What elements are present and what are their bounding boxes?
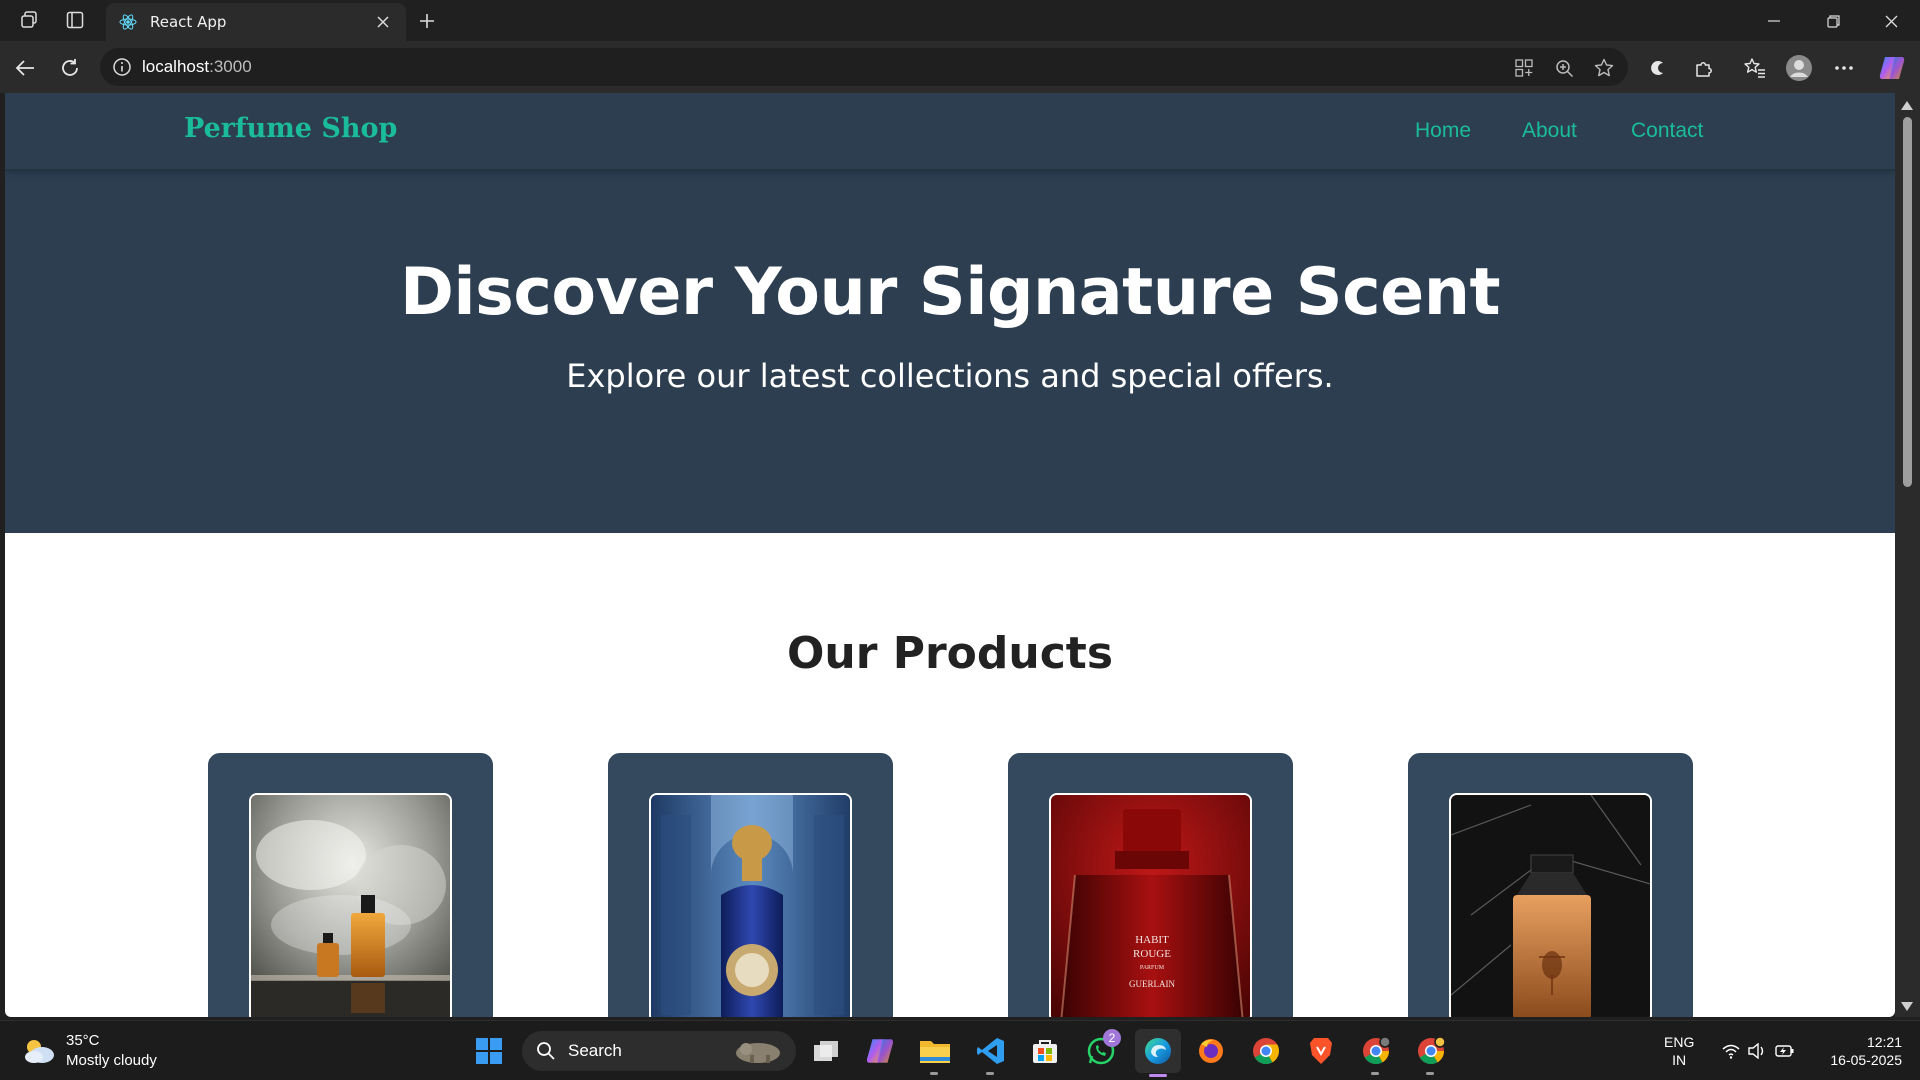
svg-text:HABIT: HABIT [1135,934,1169,946]
language-code: ENG [1664,1034,1695,1050]
extension-moon-icon[interactable] [1644,54,1672,82]
language-indicator[interactable]: ENG IN [1664,1033,1694,1069]
site-info-icon[interactable] [112,57,132,77]
scroll-down-arrow-icon[interactable] [1901,1002,1913,1011]
product-card[interactable] [208,753,493,1017]
weather-widget[interactable]: 35°C Mostly cloudy [22,1031,157,1071]
site-logo[interactable]: Perfume Shop [184,113,397,144]
browser-toolbar: localhost:3000 [0,41,1920,93]
svg-text:GUERLAIN: GUERLAIN [1129,979,1175,989]
product-card[interactable] [608,753,893,1017]
favorites-icon[interactable] [1741,54,1769,82]
whatsapp-notification-badge: 2 [1103,1029,1121,1047]
cloud-sun-icon [25,1040,54,1063]
taskbar: 35°C Mostly cloudy Search 2 ENG IN 12:21… [0,1020,1920,1080]
weather-temperature: 35°C [66,1032,100,1049]
vertical-tabs-icon[interactable] [61,8,89,32]
edge-browser-icon[interactable] [1135,1029,1181,1077]
site-navbar: Perfume Shop Home About Contact [5,93,1895,169]
chrome-profile-1-icon[interactable] [1356,1031,1396,1075]
svg-text:PARFUM: PARFUM [1140,965,1165,971]
nav-contact-link[interactable]: Contact [1631,119,1703,143]
search-icon [537,1042,555,1060]
region-code: IN [1672,1052,1687,1068]
refresh-icon[interactable] [56,54,84,82]
url-text[interactable]: localhost:3000 [142,57,252,77]
url-host: localhost [142,57,210,76]
volume-icon[interactable] [1742,1031,1772,1071]
close-window-icon[interactable] [1869,6,1913,36]
new-tab-icon[interactable] [414,8,440,34]
hero-section: Discover Your Signature Scent Explore ou… [5,169,1895,533]
whatsapp-icon[interactable]: 2 [1081,1029,1121,1071]
running-indicator [1371,1072,1379,1075]
microsoft-store-icon[interactable] [1025,1031,1065,1071]
chrome-profile-2-icon[interactable] [1411,1031,1451,1075]
hero-title: Discover Your Signature Scent [399,255,1501,330]
tab-title: React App [150,13,227,31]
vscode-icon[interactable] [971,1031,1011,1075]
nav-about-link[interactable]: About [1522,119,1577,143]
page-viewport: Perfume Shop Home About Contact Discover… [5,93,1895,1017]
close-tab-icon[interactable] [372,11,394,33]
weather-description: Mostly cloudy [66,1052,157,1069]
products-heading: Our Products [786,628,1114,679]
svg-text:ROUGE: ROUGE [1133,948,1171,960]
running-indicator [930,1072,938,1075]
task-view-icon[interactable] [806,1031,846,1071]
clock-date: 16-05-2025 [1830,1052,1902,1068]
product-image-blue-perfume [649,793,852,1017]
product-image-amber-perfume [1449,793,1652,1017]
product-image-smoke-perfume [249,793,452,1017]
clock[interactable]: 12:21 16-05-2025 [1812,1033,1902,1069]
copilot-taskbar-icon[interactable] [860,1031,900,1071]
running-indicator [1426,1072,1434,1075]
app-available-icon[interactable] [1513,57,1535,79]
battery-charging-icon[interactable] [1770,1031,1800,1071]
taskbar-search[interactable]: Search [522,1031,796,1071]
nav-home-link[interactable]: Home [1415,119,1471,143]
clock-time: 12:21 [1866,1034,1902,1050]
url-port: :3000 [209,57,252,76]
windows-start-icon[interactable] [469,1031,509,1071]
browser-tab-strip: React App [0,0,1920,41]
workspaces-icon[interactable] [16,8,44,32]
page-scrollbar[interactable] [1895,93,1920,1017]
extensions-puzzle-icon[interactable] [1690,54,1718,82]
zoom-icon[interactable] [1553,57,1575,79]
search-label: Search [568,1041,622,1060]
search-highlight-image-icon [736,1043,780,1063]
product-image-red-perfume: HABIT ROUGE PARFUM GUERLAIN [1049,793,1252,1017]
back-icon[interactable] [11,54,39,82]
chrome-icon[interactable] [1246,1031,1286,1071]
brave-icon[interactable] [1301,1031,1341,1071]
product-card[interactable]: HABIT ROUGE PARFUM GUERLAIN [1008,753,1293,1017]
product-card[interactable] [1408,753,1693,1017]
active-indicator [1149,1074,1167,1077]
copilot-icon[interactable] [1878,54,1906,82]
firefox-icon[interactable] [1191,1031,1231,1071]
more-options-icon[interactable] [1830,54,1858,82]
running-indicator [986,1072,994,1075]
active-tab[interactable]: React App [106,3,406,41]
scrollbar-thumb[interactable] [1903,117,1912,487]
address-bar[interactable]: localhost:3000 [100,48,1628,86]
minimize-icon[interactable] [1752,6,1796,36]
hero-subtitle: Explore our latest collections and speci… [566,357,1334,395]
restore-icon[interactable] [1811,6,1855,36]
favorite-star-icon[interactable] [1593,57,1615,79]
file-explorer-icon[interactable] [915,1031,955,1075]
profile-avatar-icon[interactable] [1785,54,1813,82]
react-icon [119,14,137,30]
scroll-up-arrow-icon[interactable] [1901,101,1913,110]
